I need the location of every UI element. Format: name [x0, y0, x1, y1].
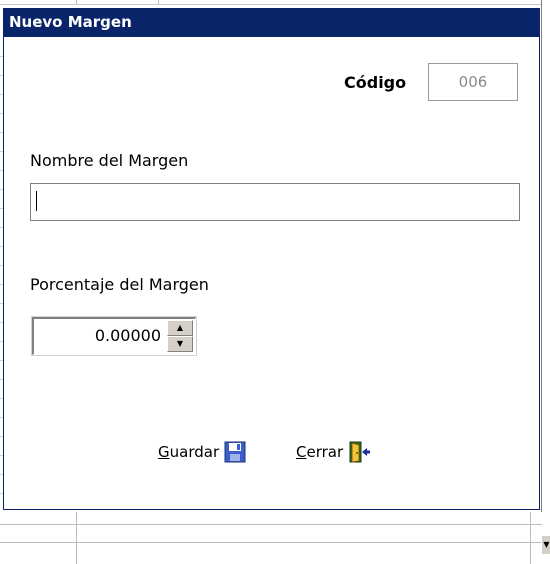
screen: ▼ Nuevo Margen Código 006 Nombre del Mar… [0, 0, 550, 564]
guardar-label: Guardar [158, 443, 220, 461]
porcentaje-label: Porcentaje del Margen [30, 275, 209, 294]
cerrar-label: Cerrar [296, 443, 344, 461]
dialog-title: Nuevo Margen [9, 13, 132, 31]
background-strip-top [0, 0, 550, 5]
spin-up-button[interactable]: ▲ [167, 320, 193, 336]
background-right-border [541, 0, 542, 564]
porcentaje-value[interactable]: 0.00000 [95, 319, 161, 353]
codigo-field: 006 [428, 63, 518, 101]
background-grid-line [76, 0, 77, 4]
guardar-button[interactable]: Guardar [158, 439, 247, 465]
background-grid-bottom [0, 512, 542, 564]
background-right-area [542, 0, 550, 564]
background-grid-line [530, 512, 531, 564]
scroll-down-arrow-icon[interactable]: ▼ [541, 536, 550, 554]
background-grid-line [158, 0, 159, 4]
floppy-disk-icon [223, 440, 247, 464]
codigo-label: Código [344, 73, 407, 92]
nombre-label: Nombre del Margen [30, 151, 189, 170]
nuevo-margen-dialog: Nuevo Margen Código 006 Nombre del Marge… [3, 8, 540, 510]
exit-door-icon [347, 440, 371, 464]
cerrar-button[interactable]: Cerrar [296, 439, 371, 465]
background-grid-line [76, 512, 77, 564]
spin-down-button[interactable]: ▼ [167, 336, 193, 352]
nombre-input[interactable] [30, 183, 520, 221]
background-grid-line [0, 542, 542, 543]
background-grid-line [0, 524, 542, 525]
dialog-titlebar[interactable]: Nuevo Margen [4, 9, 539, 37]
porcentaje-spinner[interactable]: 0.00000 ▲ ▼ [32, 317, 196, 355]
